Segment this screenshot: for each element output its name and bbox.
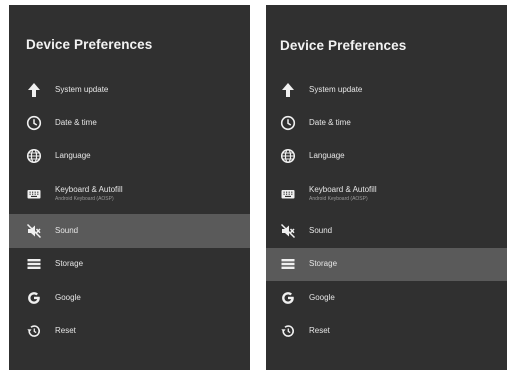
sound-off-icon (280, 223, 296, 239)
menu-item-label: Storage (309, 259, 338, 269)
google-icon (26, 290, 42, 306)
menu-item-keyboard-autofill[interactable]: Keyboard & Autofill Android Keyboard (AO… (266, 173, 507, 214)
menu-item-label: Storage (55, 259, 84, 269)
menu-item-sound[interactable]: Sound (266, 214, 507, 247)
menu-item-label: Keyboard & Autofill (55, 184, 123, 194)
menu-item-storage[interactable]: Storage (266, 247, 507, 281)
menu-item-google[interactable]: Google (9, 281, 250, 314)
history-icon (280, 323, 296, 339)
history-icon (26, 323, 42, 339)
menu-item-label: Date & time (309, 118, 351, 128)
menu-item-label: Reset (55, 326, 76, 336)
menu-item-google[interactable]: Google (266, 281, 507, 314)
menu-item-system-update[interactable]: System update (9, 73, 250, 106)
arrow-up-icon (26, 82, 42, 98)
menu-item-label: Google (309, 292, 335, 302)
menu-item-label: Google (55, 292, 81, 302)
menu-item-label: Language (309, 151, 345, 161)
menu-item-summary: Android Keyboard (AOSP) (55, 195, 114, 202)
keyboard-icon (280, 186, 296, 202)
menu-item-label: Date & time (55, 118, 97, 128)
menu-item-date-time[interactable]: Date & time (266, 106, 507, 139)
keyboard-icon (26, 186, 42, 202)
menu-item-language[interactable]: Language (266, 140, 507, 173)
device-preferences-panel-right: Device Preferences System update Date & … (266, 5, 507, 370)
menu-item-label: Sound (309, 225, 333, 235)
page-title: Device Preferences (280, 38, 407, 53)
menu-item-reset[interactable]: Reset (9, 314, 250, 347)
page-title: Device Preferences (26, 37, 153, 52)
clock-icon (26, 115, 42, 131)
menu-item-storage[interactable]: Storage (9, 248, 250, 281)
settings-list: System update Date & time Language Keybo… (9, 73, 250, 348)
globe-icon (26, 148, 42, 164)
menu-item-sound[interactable]: Sound (9, 214, 250, 248)
arrow-up-icon (280, 82, 296, 98)
menu-item-date-time[interactable]: Date & time (9, 106, 250, 139)
menu-item-system-update[interactable]: System update (266, 73, 507, 106)
globe-icon (280, 148, 296, 164)
menu-item-language[interactable]: Language (9, 140, 250, 173)
menu-item-label: System update (309, 84, 363, 94)
google-icon (280, 290, 296, 306)
storage-icon (280, 256, 296, 272)
menu-item-reset[interactable]: Reset (266, 314, 507, 347)
settings-list: System update Date & time Language Keybo… (266, 73, 507, 348)
menu-item-keyboard-autofill[interactable]: Keyboard & Autofill Android Keyboard (AO… (9, 173, 250, 214)
clock-icon (280, 115, 296, 131)
menu-item-label: Sound (55, 225, 79, 235)
storage-icon (26, 256, 42, 272)
sound-off-icon (26, 223, 42, 239)
menu-item-label: Language (55, 151, 91, 161)
menu-item-summary: Android Keyboard (AOSP) (309, 195, 368, 202)
menu-item-label: Reset (309, 326, 330, 336)
menu-item-label: System update (55, 84, 109, 94)
device-preferences-panel-left: Device Preferences System update Date & … (9, 5, 250, 370)
menu-item-label: Keyboard & Autofill (309, 184, 377, 194)
screenshot-stage: Device Preferences System update Date & … (0, 0, 514, 370)
